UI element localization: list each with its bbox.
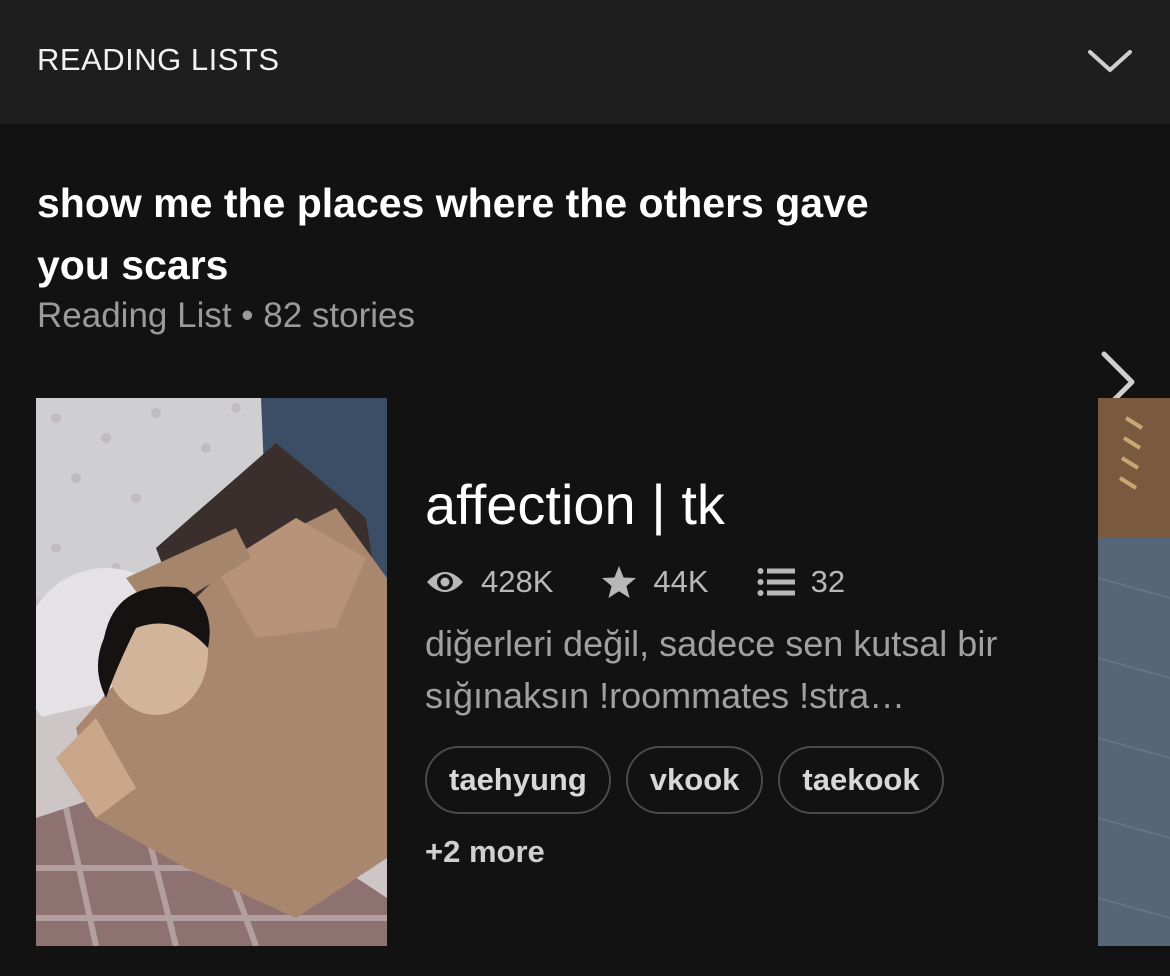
list-icon [757, 568, 795, 596]
parts-stat: 32 [757, 564, 845, 600]
eye-icon [427, 572, 463, 592]
chevron-down-icon[interactable] [1086, 44, 1134, 78]
votes-count: 44K [653, 564, 709, 599]
tag-chip[interactable]: taekook [778, 746, 944, 814]
parts-count: 32 [810, 564, 846, 599]
tag-chip[interactable]: vkook [625, 746, 764, 814]
reading-list-row[interactable]: show me the places where the others gave… [0, 124, 1170, 413]
story-description: diğerleri değil, sadece sen kutsal bir s… [425, 623, 998, 716]
views-stat: 428K [425, 564, 553, 600]
story-stats: 428K 44K 32 [425, 560, 893, 604]
views-count: 428K [481, 564, 554, 599]
section-title: READING LISTS [37, 42, 280, 77]
story-title[interactable]: affection | tk [425, 472, 725, 537]
story-tags: taehyung vkook taekook [425, 746, 959, 814]
story-cover-image[interactable] [36, 398, 387, 946]
reading-lists-header[interactable]: READING LISTS [0, 0, 1170, 124]
votes-stat: 44K [601, 564, 709, 600]
star-icon [602, 566, 637, 598]
next-story-cover-image[interactable] [1098, 398, 1170, 946]
more-tags-link[interactable]: +2 more [425, 834, 545, 870]
reading-list-meta: Reading List • 82 stories [37, 296, 416, 335]
reading-list-title[interactable]: show me the places where the others gave… [37, 172, 937, 296]
tag-chip[interactable]: taehyung [425, 746, 611, 814]
